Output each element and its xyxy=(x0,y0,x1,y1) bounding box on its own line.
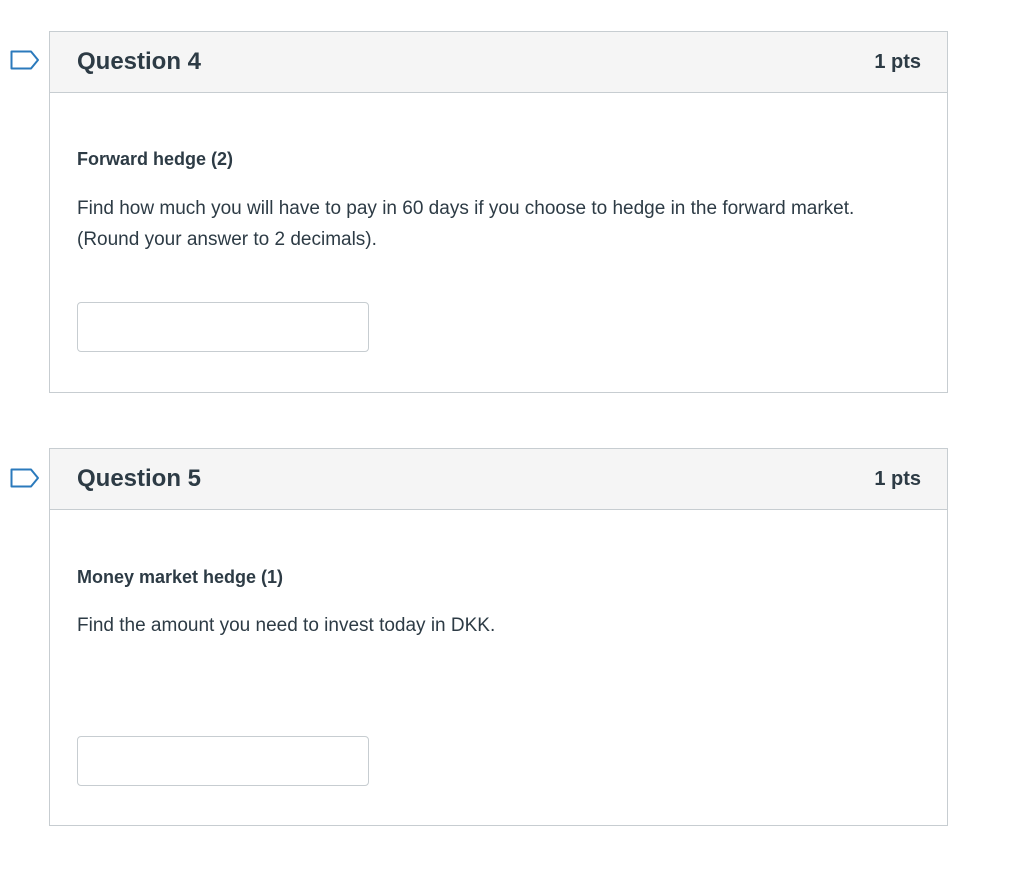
quiz-page: Question 4 1 pts Forward hedge (2) Find … xyxy=(0,0,1024,878)
flag-question-icon[interactable] xyxy=(10,50,40,70)
question-text: Find how much you will have to pay in 60… xyxy=(77,198,855,250)
question-card: Question 5 1 pts Money market hedge (1) … xyxy=(49,448,948,826)
flag-question-icon[interactable] xyxy=(10,468,40,488)
question-subtitle: Forward hedge (2) xyxy=(77,149,234,169)
question-title: Question 4 xyxy=(77,48,202,75)
answer-input[interactable] xyxy=(77,736,369,786)
question-points: 1 pts xyxy=(874,50,921,73)
question-subtitle: Money market hedge (1) xyxy=(77,567,284,587)
answer-input[interactable] xyxy=(77,302,369,352)
question-text: Find the amount you need to invest today… xyxy=(77,615,496,636)
question-header: Question 5 1 pts xyxy=(50,449,947,510)
question-card: Question 4 1 pts Forward hedge (2) Find … xyxy=(49,31,948,393)
question-header: Question 4 1 pts xyxy=(50,32,947,93)
question-points: 1 pts xyxy=(874,467,921,490)
question-title: Question 5 xyxy=(77,465,202,492)
